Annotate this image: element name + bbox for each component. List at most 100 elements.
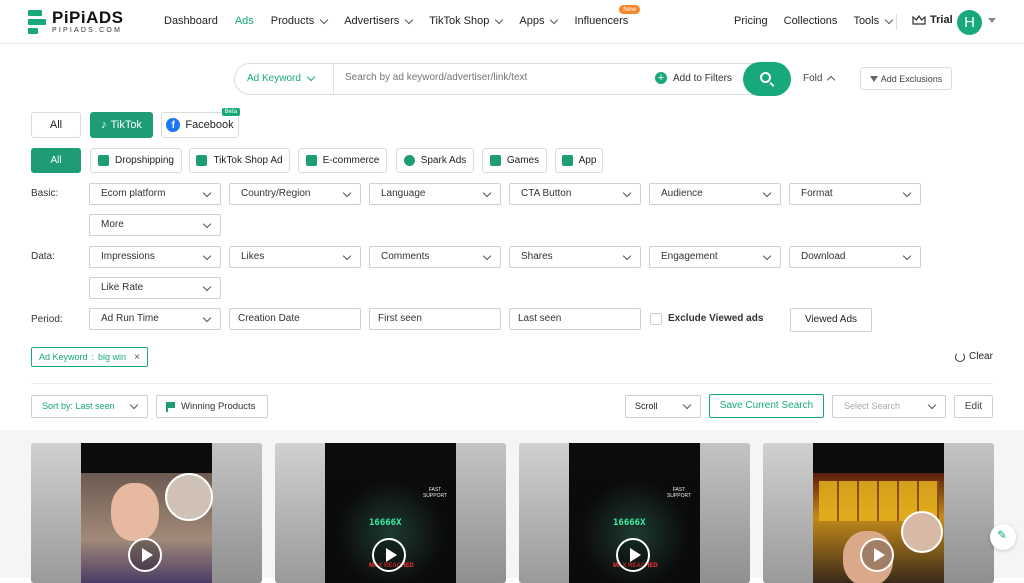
ad-card[interactable]	[31, 443, 262, 583]
last-seen-field[interactable]: Last seen	[509, 308, 641, 330]
country-region-select[interactable]: Country/Region	[229, 183, 361, 205]
comments-select[interactable]: Comments	[369, 246, 501, 268]
audience-select[interactable]: Audience	[649, 183, 781, 205]
play-icon[interactable]	[860, 538, 894, 572]
select-search-dropdown[interactable]: Select Search	[832, 395, 946, 418]
tiktok-icon: ♪	[101, 119, 107, 131]
win-multiplier: 16666X	[369, 518, 402, 528]
category-games[interactable]: Games	[482, 148, 547, 173]
more-select[interactable]: More	[89, 214, 221, 236]
chevron-down-icon	[495, 15, 504, 24]
nav-apps[interactable]: Apps	[519, 15, 559, 27]
gamepad-icon	[489, 155, 501, 166]
sort-select[interactable]: Sort by: Last seen	[31, 395, 148, 418]
ad-card[interactable]: 16666X FAST SUPPORT MAX REACHED	[519, 443, 750, 583]
chevron-down-icon	[319, 15, 329, 24]
play-icon[interactable]	[128, 538, 162, 572]
engagement-select[interactable]: Engagement	[649, 246, 781, 268]
pipiads-logo[interactable]: PiPiADS PIPIADS.COM	[28, 9, 124, 34]
ecommerce-icon	[305, 155, 317, 166]
fold-toggle[interactable]: Fold	[803, 73, 836, 85]
search-icon	[760, 72, 771, 83]
add-to-filters-button[interactable]: + Add to Filters	[655, 72, 732, 84]
add-exclusions-button[interactable]: Add Exclusions	[860, 67, 952, 90]
play-icon[interactable]	[616, 538, 650, 572]
format-select[interactable]: Format	[789, 183, 921, 205]
logo-mark-icon	[28, 9, 46, 34]
impressions-select[interactable]: Impressions	[89, 246, 221, 268]
data-label: Data:	[31, 251, 55, 262]
nav-collections[interactable]: Collections	[784, 15, 838, 27]
ad-card[interactable]	[763, 443, 994, 583]
category-all[interactable]: All	[31, 148, 81, 173]
nav-influencers[interactable]: Influencers New	[574, 5, 641, 27]
ad-card[interactable]: 16666X FAST SUPPORT MAX REACHED	[275, 443, 506, 583]
avatar	[165, 473, 213, 521]
category-ecommerce[interactable]: E-commerce	[298, 148, 387, 173]
nav-products[interactable]: Products	[271, 15, 329, 27]
chevron-down-icon	[202, 251, 212, 261]
platform-facebook[interactable]: f Facebook Beta	[161, 108, 240, 138]
category-spark-ads[interactable]: Spark Ads	[396, 148, 474, 173]
cta-button-select[interactable]: CTA Button	[509, 183, 641, 205]
chevron-down-icon	[202, 188, 212, 198]
caret-down-icon[interactable]	[988, 18, 996, 23]
save-current-search-button[interactable]: Save Current Search	[709, 394, 824, 418]
crown-icon	[912, 15, 926, 25]
ad-run-time-select[interactable]: Ad Run Time	[89, 308, 221, 330]
play-icon[interactable]	[372, 538, 406, 572]
edit-button[interactable]: Edit	[954, 395, 993, 418]
chevron-down-icon	[129, 400, 139, 410]
video-caption: FAST SUPPORT	[666, 487, 692, 499]
feedback-edit-icon[interactable]	[990, 524, 1016, 550]
period-label: Period:	[31, 314, 63, 325]
category-app[interactable]: App	[555, 148, 603, 173]
like-rate-select[interactable]: Like Rate	[89, 277, 221, 299]
winning-products-button[interactable]: Winning Products	[156, 395, 268, 418]
category-tiktok-shop-ad[interactable]: TikTok Shop Ad	[189, 148, 290, 173]
category-dropshipping[interactable]: Dropshipping	[90, 148, 182, 173]
nav-tools[interactable]: Tools	[853, 15, 894, 27]
avatar[interactable]: H	[957, 10, 982, 35]
shares-select[interactable]: Shares	[509, 246, 641, 268]
nav-divider	[896, 14, 897, 30]
download-select[interactable]: Download	[789, 246, 921, 268]
likes-select[interactable]: Likes	[229, 246, 361, 268]
basic-label: Basic:	[31, 188, 59, 199]
viewed-ads-button[interactable]: Viewed Ads	[790, 308, 872, 332]
search-divider	[333, 64, 334, 94]
language-select[interactable]: Language	[369, 183, 501, 205]
creation-date-field[interactable]: Creation Date	[229, 308, 361, 330]
exclude-viewed-label[interactable]: Exclude Viewed ads	[668, 313, 763, 324]
nav-ads[interactable]: Ads	[235, 15, 254, 27]
new-badge: New	[619, 5, 641, 14]
avatar	[901, 511, 943, 553]
chevron-down-icon	[682, 400, 692, 410]
clear-button[interactable]: Clear	[955, 351, 993, 362]
chevron-down-icon	[902, 188, 912, 198]
chevron-down-icon	[550, 15, 559, 24]
nav-pricing[interactable]: Pricing	[734, 15, 768, 27]
close-icon[interactable]: ×	[134, 352, 140, 363]
chevron-down-icon	[342, 251, 352, 261]
video-caption: FAST SUPPORT	[422, 487, 448, 499]
platform-all[interactable]: All	[31, 112, 81, 138]
nav-tiktok-shop[interactable]: TikTok Shop	[429, 15, 504, 27]
chevron-down-icon	[622, 188, 632, 198]
first-seen-field[interactable]: First seen	[369, 308, 501, 330]
ecom-platform-select[interactable]: Ecom platform	[89, 183, 221, 205]
chevron-down-icon	[884, 15, 894, 24]
platform-tiktok[interactable]: ♪ TikTok	[90, 112, 153, 138]
app-grid-icon	[561, 155, 573, 166]
search-input[interactable]	[345, 72, 645, 83]
beta-badge: Beta	[221, 108, 240, 116]
nav-dashboard[interactable]: Dashboard	[164, 15, 218, 27]
chevron-down-icon	[622, 251, 632, 261]
nav-advertisers[interactable]: Advertisers	[344, 15, 414, 27]
exclude-viewed-checkbox[interactable]	[650, 313, 662, 325]
trial-badge[interactable]: Trial	[912, 14, 953, 26]
chevron-down-icon	[927, 400, 937, 410]
view-mode-select[interactable]: Scroll	[625, 395, 701, 418]
search-button[interactable]	[743, 62, 791, 96]
search-type-select[interactable]: Ad Keyword	[247, 72, 316, 84]
